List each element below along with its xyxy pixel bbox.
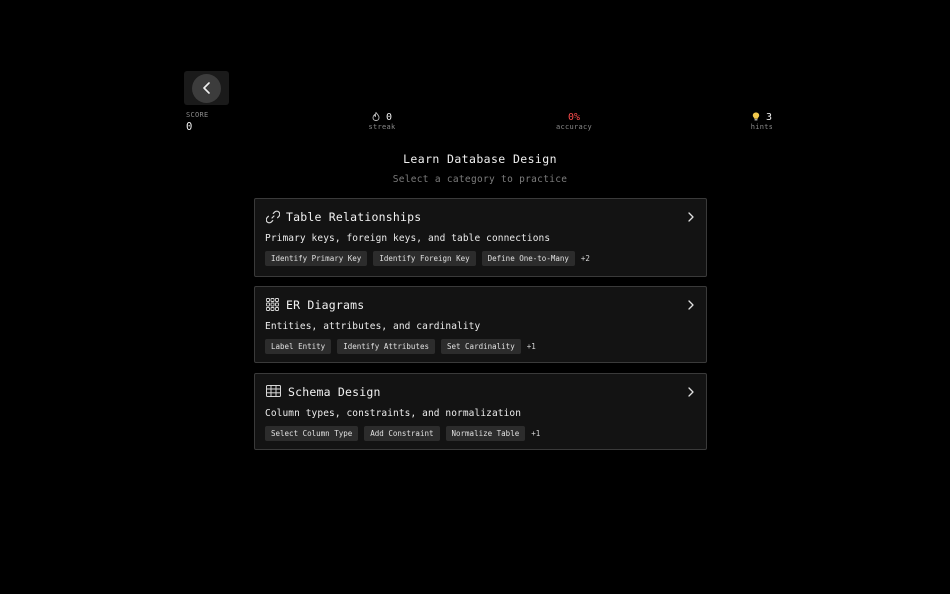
tag: Normalize Table — [445, 426, 526, 441]
card-title: Table Relationships — [286, 210, 422, 224]
score-label: SCORE — [186, 111, 209, 119]
accuracy-stat: 0% accuracy — [548, 111, 600, 131]
hints-label: hints — [750, 123, 772, 131]
tag: Add Constraint — [364, 426, 440, 441]
score-stat: SCORE 0 — [186, 111, 209, 133]
page-title: Learn Database Design — [403, 152, 557, 166]
hints-value: 3 — [766, 112, 772, 123]
lightbulb-icon — [752, 112, 760, 121]
card-description: Primary keys, foreign keys, and table co… — [265, 233, 551, 244]
stats-bar: SCORE 0 0 streak 0% accuracy 3 hints — [184, 111, 772, 137]
more-count: +1 — [526, 342, 536, 351]
hints-stat: 3 hints — [744, 111, 772, 137]
table-icon — [266, 385, 282, 399]
more-count: +1 — [531, 429, 541, 438]
tag-list: Identify Primary Key Identify Foreign Ke… — [265, 251, 590, 266]
tag: Identify Primary Key — [265, 251, 368, 266]
more-count: +2 — [580, 254, 590, 263]
card-title: ER Diagrams — [286, 298, 365, 312]
chevron-right-icon — [688, 300, 694, 310]
tag-list: Select Column Type Add Constraint Normal… — [265, 426, 540, 441]
page-subtitle: Select a category to practice — [392, 174, 568, 185]
accuracy-label: accuracy — [555, 123, 593, 131]
tag: Select Column Type — [265, 426, 359, 441]
tag: Set Cardinality — [440, 339, 521, 354]
streak-label: streak — [368, 123, 396, 131]
streak-stat: 0 streak — [362, 111, 402, 131]
accuracy-value: 0% — [567, 112, 581, 123]
streak-value: 0 — [386, 112, 393, 123]
tag: Identify Attributes — [337, 339, 435, 354]
grid-icon — [266, 298, 280, 312]
back-button[interactable] — [192, 73, 221, 103]
tag: Identify Foreign Key — [373, 251, 476, 266]
card-title: Schema Design — [288, 385, 381, 399]
tag-list: Label Entity Identify Attributes Set Car… — [265, 339, 536, 354]
back-button-container — [184, 71, 229, 105]
tag: Label Entity — [265, 339, 332, 354]
flame-icon — [372, 111, 380, 121]
page-header: Learn Database Design Select a category … — [0, 152, 950, 185]
chevron-right-icon — [688, 212, 694, 222]
category-card-er-diagrams[interactable]: ER Diagrams Entities, attributes, and ca… — [254, 286, 707, 363]
chevron-right-icon — [688, 387, 694, 397]
category-card-table-relationships[interactable]: Table Relationships Primary keys, foreig… — [254, 198, 707, 277]
category-card-schema-design[interactable]: Schema Design Column types, constraints,… — [254, 373, 707, 450]
chevron-left-icon — [202, 82, 210, 94]
link-icon — [266, 210, 280, 224]
tag: Define One-to-Many — [481, 251, 575, 266]
score-value: 0 — [186, 121, 193, 133]
card-description: Entities, attributes, and cardinality — [265, 321, 481, 332]
card-description: Column types, constraints, and normaliza… — [265, 408, 522, 419]
